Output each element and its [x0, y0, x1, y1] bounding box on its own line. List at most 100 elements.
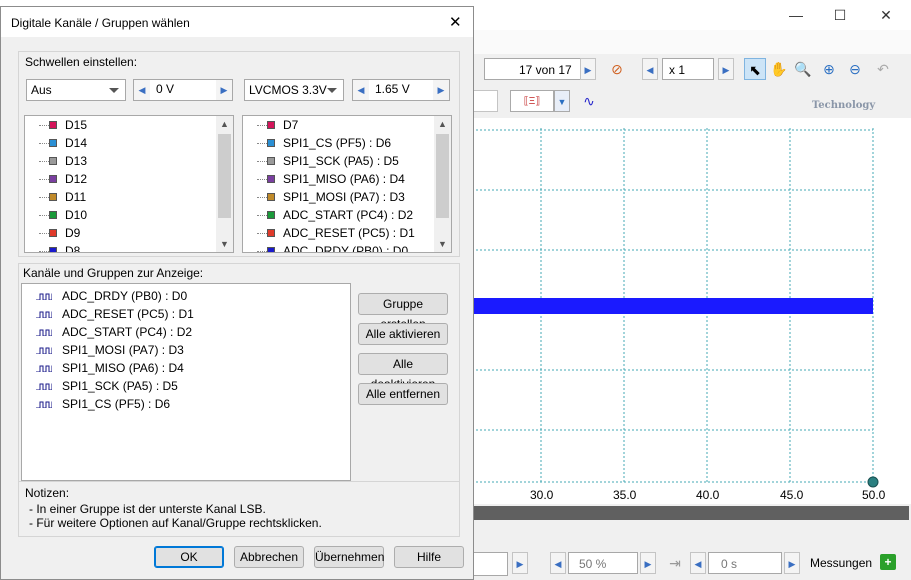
status-bar: ▶ ◀ 50 % ▶ ⇥ ◀ 0 s ▶ Messungen +: [472, 546, 911, 580]
hand-icon[interactable]: ✋: [768, 58, 790, 80]
notes-line: - Für weitere Optionen auf Kanal/Gruppe …: [29, 516, 322, 530]
threshold-right-spin[interactable]: ◀ 1.65 V ▶: [352, 79, 450, 101]
scope-scrollbar[interactable]: [472, 504, 911, 524]
percent-prev-button[interactable]: ◀: [550, 552, 566, 574]
digital-channel-icon: [36, 401, 52, 408]
deactivate-all-button[interactable]: Alle deaktivieren: [358, 353, 448, 391]
scroll-thumb[interactable]: [436, 134, 449, 218]
channel-label: SPI1_SCK (PA5) : D5: [283, 154, 399, 168]
channel-list-item[interactable]: SPI1_CS (PF5) : D6: [243, 134, 433, 152]
magnifier-icon[interactable]: 🔍: [792, 58, 814, 80]
left-channel-list[interactable]: D15 D14 D13 D12 D11 D10 D9 D8 ▲ ▼: [24, 115, 234, 253]
digital-channel-icon: [36, 293, 52, 300]
pointer-icon[interactable]: ⬉: [744, 58, 766, 80]
channel-list-item[interactable]: D10: [25, 206, 215, 224]
left-list-scrollbar[interactable]: ▲ ▼: [216, 116, 233, 252]
display-list-item[interactable]: SPI1_MISO (PA6) : D4: [22, 359, 342, 377]
display-list-item[interactable]: SPI1_SCK (PA5) : D5: [22, 377, 342, 395]
status-next-button[interactable]: ▶: [512, 552, 528, 574]
threshold-left-spin[interactable]: ◀ 0 V ▶: [133, 79, 233, 101]
percent-next-button[interactable]: ▶: [640, 552, 656, 574]
scroll-down-icon[interactable]: ▼: [216, 236, 233, 252]
display-list[interactable]: ADC_DRDY (PB0) : D0 ADC_RESET (PC5) : D1 A…: [21, 283, 351, 481]
minimize-button[interactable]: —: [784, 6, 808, 24]
spin-left-decrease-icon[interactable]: ◀: [134, 80, 150, 100]
decode-dropdown-icon[interactable]: ▼: [554, 90, 570, 112]
channel-list-item[interactable]: SPI1_MISO (PA6) : D4: [243, 170, 433, 188]
display-list-item[interactable]: ADC_RESET (PC5) : D1: [22, 305, 342, 323]
scroll-down-icon[interactable]: ▼: [434, 236, 451, 252]
display-list-item[interactable]: SPI1_CS (PF5) : D6: [22, 395, 342, 413]
timebase-handle[interactable]: [867, 476, 879, 488]
scope-view[interactable]: 30.0 35.0 40.0 45.0 50.0: [472, 118, 911, 524]
zoom-in-icon[interactable]: ⊕: [818, 58, 840, 80]
time-next-button[interactable]: ▶: [784, 552, 800, 574]
serial-decode-icon[interactable]: ⟦Ξ⟧: [510, 90, 554, 112]
channel-list-item[interactable]: D14: [25, 134, 215, 152]
add-measurement-icon[interactable]: +: [880, 554, 896, 570]
time-prev-button[interactable]: ◀: [690, 552, 706, 574]
cancel-button[interactable]: Abbrechen: [234, 546, 304, 568]
channel-list-item[interactable]: D9: [25, 224, 215, 242]
channel-list-item[interactable]: D12: [25, 170, 215, 188]
scroll-up-icon[interactable]: ▲: [434, 116, 451, 132]
page-next-button[interactable]: ▶: [580, 58, 596, 80]
channel-list-item[interactable]: ADC_DRDY (PB0) : D0: [243, 242, 433, 252]
percent-field[interactable]: 50 %: [568, 552, 638, 574]
compass-icon[interactable]: ⊘: [606, 58, 628, 80]
channel-list-item[interactable]: ADC_START (PC4) : D2: [243, 206, 433, 224]
ok-button[interactable]: OK: [154, 546, 224, 568]
threshold-right-combo[interactable]: LVCMOS 3.3V: [244, 79, 344, 101]
math-channel-icon[interactable]: ∿: [578, 90, 600, 112]
channel-list-item[interactable]: SPI1_SCK (PA5) : D5: [243, 152, 433, 170]
channel-list-item[interactable]: SPI1_MOSI (PA7) : D3: [243, 188, 433, 206]
apply-button[interactable]: Übernehmen: [314, 546, 384, 568]
threshold-right-combo-value: LVCMOS 3.3V: [249, 83, 327, 97]
channel-label: D8: [65, 244, 81, 253]
display-list-item[interactable]: ADC_DRDY (PB0) : D0: [22, 287, 342, 305]
channel-label: ADC_RESET (PC5) : D1: [283, 226, 415, 240]
time-field[interactable]: 0 s: [708, 552, 782, 574]
spin-right-increase-icon[interactable]: ▶: [433, 80, 449, 100]
chevron-down-icon: [109, 88, 119, 93]
channel-list-item[interactable]: D7: [243, 116, 433, 134]
zoom-out-icon[interactable]: ⊖: [844, 58, 866, 80]
channel-list-item[interactable]: D15: [25, 116, 215, 134]
toolbar-navigation: 17 von 17 ▶ ⊘ ◀ x 1 ▶ ⬉ ✋ 🔍 ⊕ ⊖ ↶: [472, 54, 911, 87]
zoom-prev-button[interactable]: ◀: [642, 58, 658, 80]
display-list-item[interactable]: SPI1_MOSI (PA7) : D3: [22, 341, 342, 359]
channel-list-item[interactable]: D11: [25, 188, 215, 206]
digital-channel-icon: [36, 383, 52, 390]
create-group-button[interactable]: Gruppe erstellen: [358, 293, 448, 331]
ruler-icon[interactable]: ⇥: [664, 552, 686, 574]
display-list-item[interactable]: ADC_START (PC4) : D2: [22, 323, 342, 341]
threshold-left-combo[interactable]: Aus: [26, 79, 126, 101]
channel-color-swatch: [49, 139, 57, 147]
status-field[interactable]: [472, 552, 508, 576]
right-channel-list[interactable]: D7 SPI1_CS (PF5) : D6 SPI1_SCK (PA5) : D5 S…: [242, 115, 452, 253]
spin-right-decrease-icon[interactable]: ◀: [353, 80, 369, 100]
channel-list-item[interactable]: ADC_RESET (PC5) : D1: [243, 224, 433, 242]
remove-all-button[interactable]: Alle entfernen: [358, 383, 448, 405]
dialog-close-button[interactable]: ✕: [449, 13, 462, 31]
channel-color-swatch: [49, 193, 57, 201]
spin-left-increase-icon[interactable]: ▶: [216, 80, 232, 100]
channel-list-item[interactable]: D13: [25, 152, 215, 170]
trigger-combo[interactable]: [472, 90, 498, 112]
scroll-thumb[interactable]: [218, 134, 231, 218]
x-tick-label: 35.0: [613, 488, 637, 502]
help-button[interactable]: Hilfe: [394, 546, 464, 568]
app-close-button[interactable]: ✕: [874, 6, 898, 24]
channel-color-swatch: [267, 139, 275, 147]
zoom-factor-field[interactable]: x 1: [662, 58, 714, 80]
digital-channel-icon: [36, 311, 52, 318]
undo-zoom-icon[interactable]: ↶: [872, 58, 894, 80]
zoom-next-button[interactable]: ▶: [718, 58, 734, 80]
maximize-button[interactable]: ☐: [828, 6, 852, 24]
channel-list-item[interactable]: D8: [25, 242, 215, 253]
activate-all-button[interactable]: Alle aktivieren: [358, 323, 448, 345]
right-list-scrollbar[interactable]: ▲ ▼: [434, 116, 451, 252]
channel-color-swatch: [49, 211, 57, 219]
channel-color-swatch: [267, 121, 275, 129]
scroll-up-icon[interactable]: ▲: [216, 116, 233, 132]
